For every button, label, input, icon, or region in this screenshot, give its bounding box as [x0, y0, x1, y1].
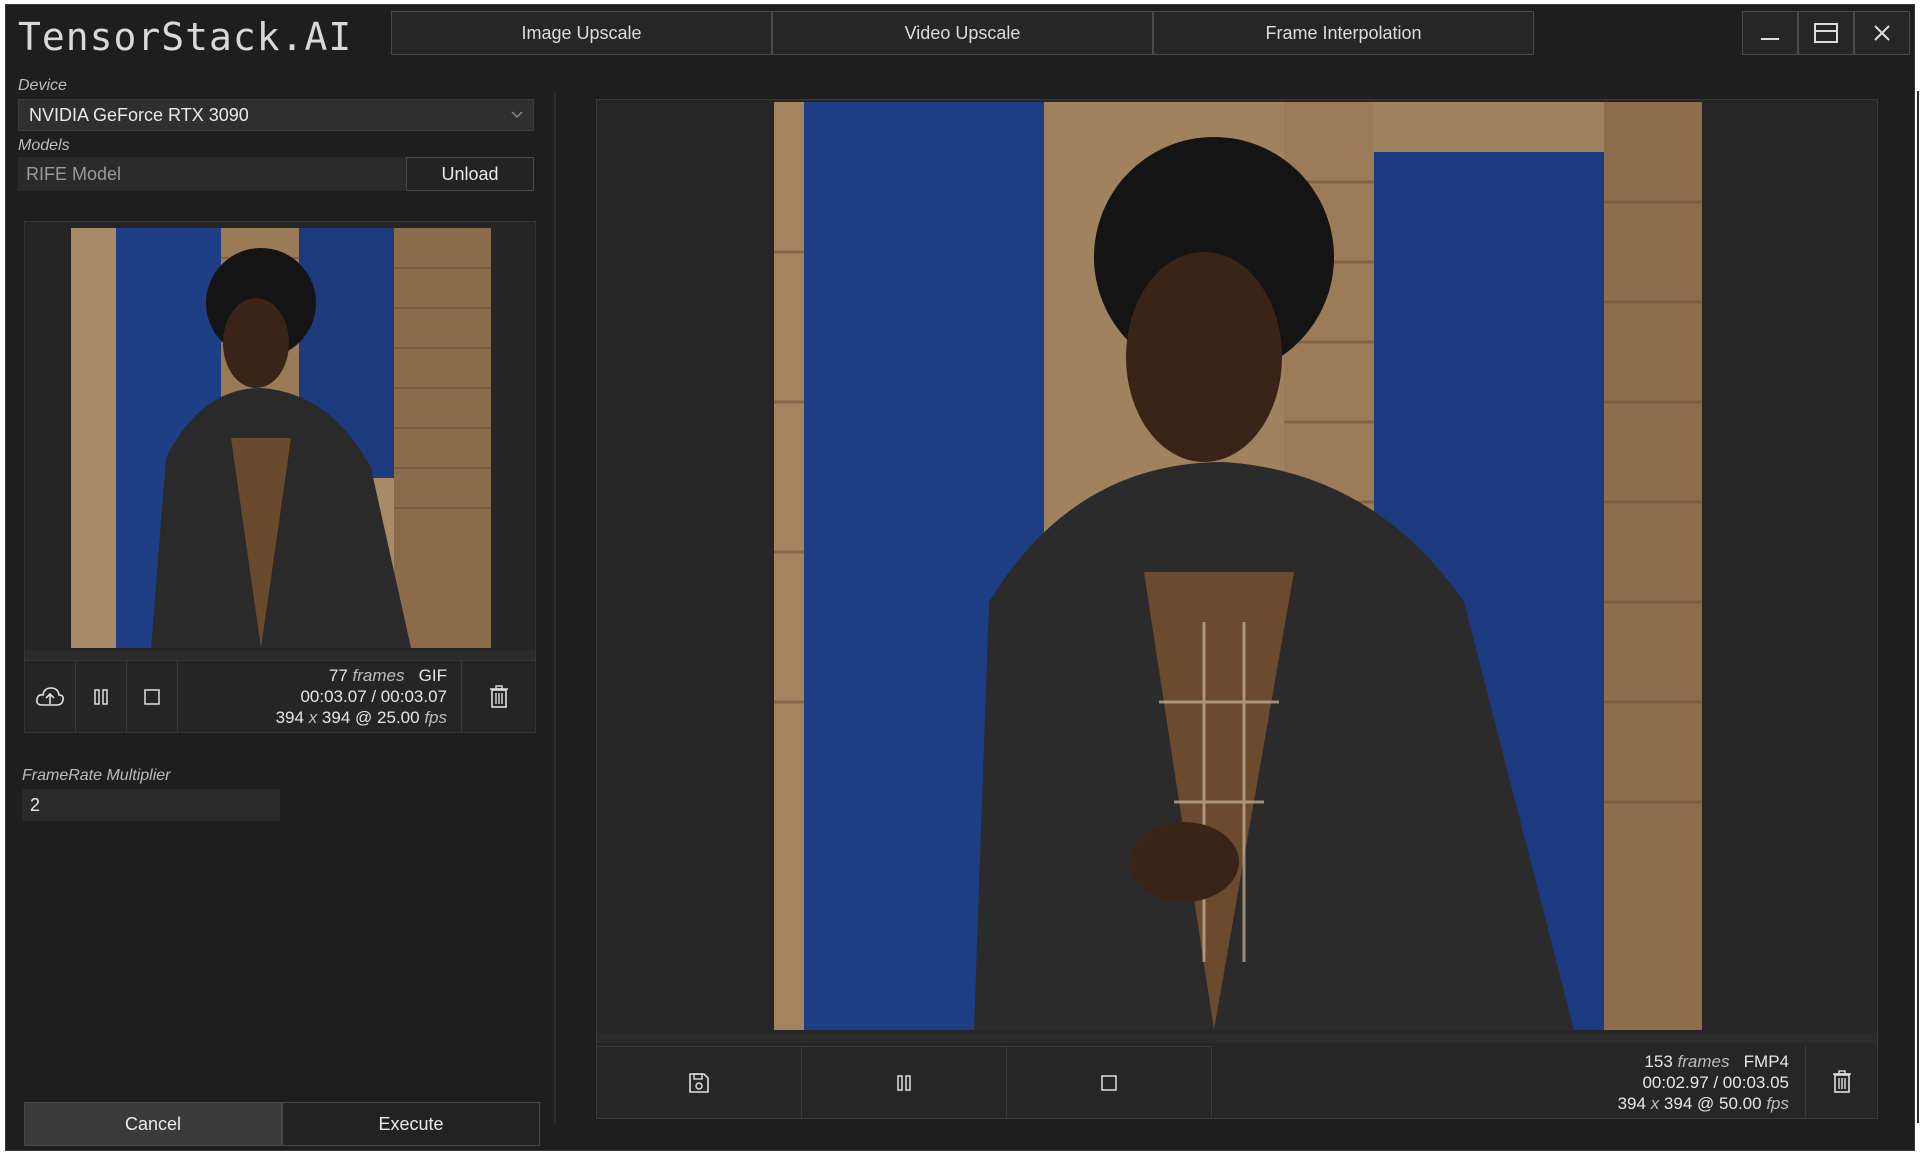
- device-label: Device: [18, 77, 67, 94]
- input-delete-button[interactable]: [461, 661, 535, 732]
- model-select[interactable]: RIFE Model: [18, 157, 406, 191]
- cloud-upload-icon: [36, 686, 64, 706]
- pause-icon: [897, 1074, 911, 1091]
- stop-icon: [1101, 1074, 1117, 1091]
- action-buttons: Cancel Execute: [24, 1102, 540, 1146]
- device-value: NVIDIA GeForce RTX 3090: [29, 104, 249, 125]
- output-time: 00:02.97 / 00:03.05: [1642, 1072, 1789, 1092]
- settings-panel: Device NVIDIA GeForce RTX 3090 Models RI…: [18, 77, 540, 1146]
- unload-button[interactable]: Unload: [406, 157, 534, 191]
- input-progress-bar[interactable]: [25, 650, 535, 660]
- input-frames-line: 77 frames GIF: [329, 665, 447, 686]
- upload-button[interactable]: [25, 661, 76, 732]
- models-label: Models: [18, 137, 70, 154]
- frames-unit: frames: [352, 666, 405, 685]
- output-media-panel: 153 frames FMP4 00:02.97 / 00:03.05 394 …: [596, 99, 1878, 1119]
- input-frame-count: 77: [328, 666, 348, 685]
- multiplier-section: FrameRate Multiplier 2: [22, 767, 280, 821]
- app-title: TensorStack.AI: [18, 15, 353, 59]
- right-splitter[interactable]: [1917, 91, 1919, 1123]
- output-delete-button[interactable]: [1805, 1046, 1877, 1118]
- output-pause-button[interactable]: [802, 1046, 1007, 1118]
- stop-icon: [144, 688, 160, 705]
- output-frames-line: 153 frames FMP4: [1644, 1051, 1789, 1072]
- output-resolution-line: 394 x 394 @ 50.00 fps: [1618, 1093, 1789, 1114]
- output-width: 394: [1617, 1093, 1646, 1113]
- multiplier-input[interactable]: 2: [22, 789, 280, 821]
- cancel-button[interactable]: Cancel: [24, 1102, 282, 1146]
- input-resolution-line: 394 x 394 @ 25.00 fps: [276, 707, 447, 728]
- trash-icon: [489, 684, 508, 708]
- input-fps: 25.00: [377, 708, 420, 727]
- input-format: GIF: [418, 666, 447, 685]
- at-separator: @: [355, 708, 373, 727]
- maximize-button[interactable]: [1798, 11, 1854, 55]
- fps-unit: fps: [1766, 1093, 1789, 1113]
- output-stop-button[interactable]: [1007, 1046, 1212, 1118]
- tab-frame-interpolation[interactable]: Frame Interpolation: [1153, 11, 1534, 55]
- multiplier-label: FrameRate Multiplier: [22, 767, 171, 784]
- input-pause-button[interactable]: [76, 661, 127, 732]
- window-controls: [1742, 11, 1910, 55]
- mode-tabs: Image Upscale Video Upscale Frame Interp…: [391, 11, 1534, 55]
- fps-unit: fps: [424, 708, 447, 727]
- output-media-info: 153 frames FMP4 00:02.97 / 00:03.05 394 …: [1212, 1046, 1805, 1118]
- close-button[interactable]: [1854, 11, 1910, 55]
- save-button[interactable]: [597, 1046, 802, 1118]
- minimize-button[interactable]: [1742, 11, 1798, 55]
- input-media-controls: 77 frames GIF 00:03.07 / 00:03.07 394 x …: [25, 660, 535, 732]
- input-time: 00:03.07 / 00:03.07: [300, 687, 447, 706]
- output-frame-count: 153: [1644, 1051, 1673, 1071]
- output-fps: 50.00: [1719, 1093, 1762, 1113]
- input-stop-button[interactable]: [127, 661, 178, 732]
- output-format: FMP4: [1743, 1051, 1789, 1071]
- chevron-down-icon: [511, 111, 523, 119]
- output-video-frame: [774, 102, 1702, 1030]
- input-media-info: 77 frames GIF 00:03.07 / 00:03.07 394 x …: [178, 661, 461, 732]
- output-progress-bar[interactable]: [597, 1033, 1877, 1043]
- left-splitter[interactable]: [554, 91, 556, 1123]
- device-select[interactable]: NVIDIA GeForce RTX 3090: [18, 99, 534, 131]
- minimize-icon: [1761, 38, 1779, 40]
- save-icon: [689, 1072, 709, 1093]
- output-media-controls: 153 frames FMP4 00:02.97 / 00:03.05 394 …: [597, 1046, 1877, 1118]
- app-window: TensorStack.AI Image Upscale Video Upsca…: [5, 4, 1919, 1151]
- x-separator: x: [1650, 1093, 1660, 1113]
- tab-image-upscale[interactable]: Image Upscale: [391, 11, 772, 55]
- output-height: 394: [1663, 1093, 1693, 1113]
- pause-icon: [94, 688, 108, 705]
- at-separator: @: [1697, 1093, 1715, 1113]
- models-row: RIFE Model Unload: [18, 157, 536, 191]
- tab-video-upscale[interactable]: Video Upscale: [772, 11, 1153, 55]
- input-media-panel: 77 frames GIF 00:03.07 / 00:03.07 394 x …: [24, 221, 536, 733]
- frames-unit: frames: [1677, 1051, 1730, 1071]
- input-video-thumbnail: [71, 228, 491, 648]
- close-icon: [1874, 25, 1890, 41]
- x-separator: x: [308, 708, 318, 727]
- input-width: 394: [275, 708, 304, 727]
- input-height: 394: [321, 708, 351, 727]
- trash-icon: [1832, 1070, 1851, 1093]
- execute-button[interactable]: Execute: [282, 1102, 540, 1146]
- maximize-icon: [1814, 23, 1838, 43]
- model-placeholder: RIFE Model: [26, 163, 122, 184]
